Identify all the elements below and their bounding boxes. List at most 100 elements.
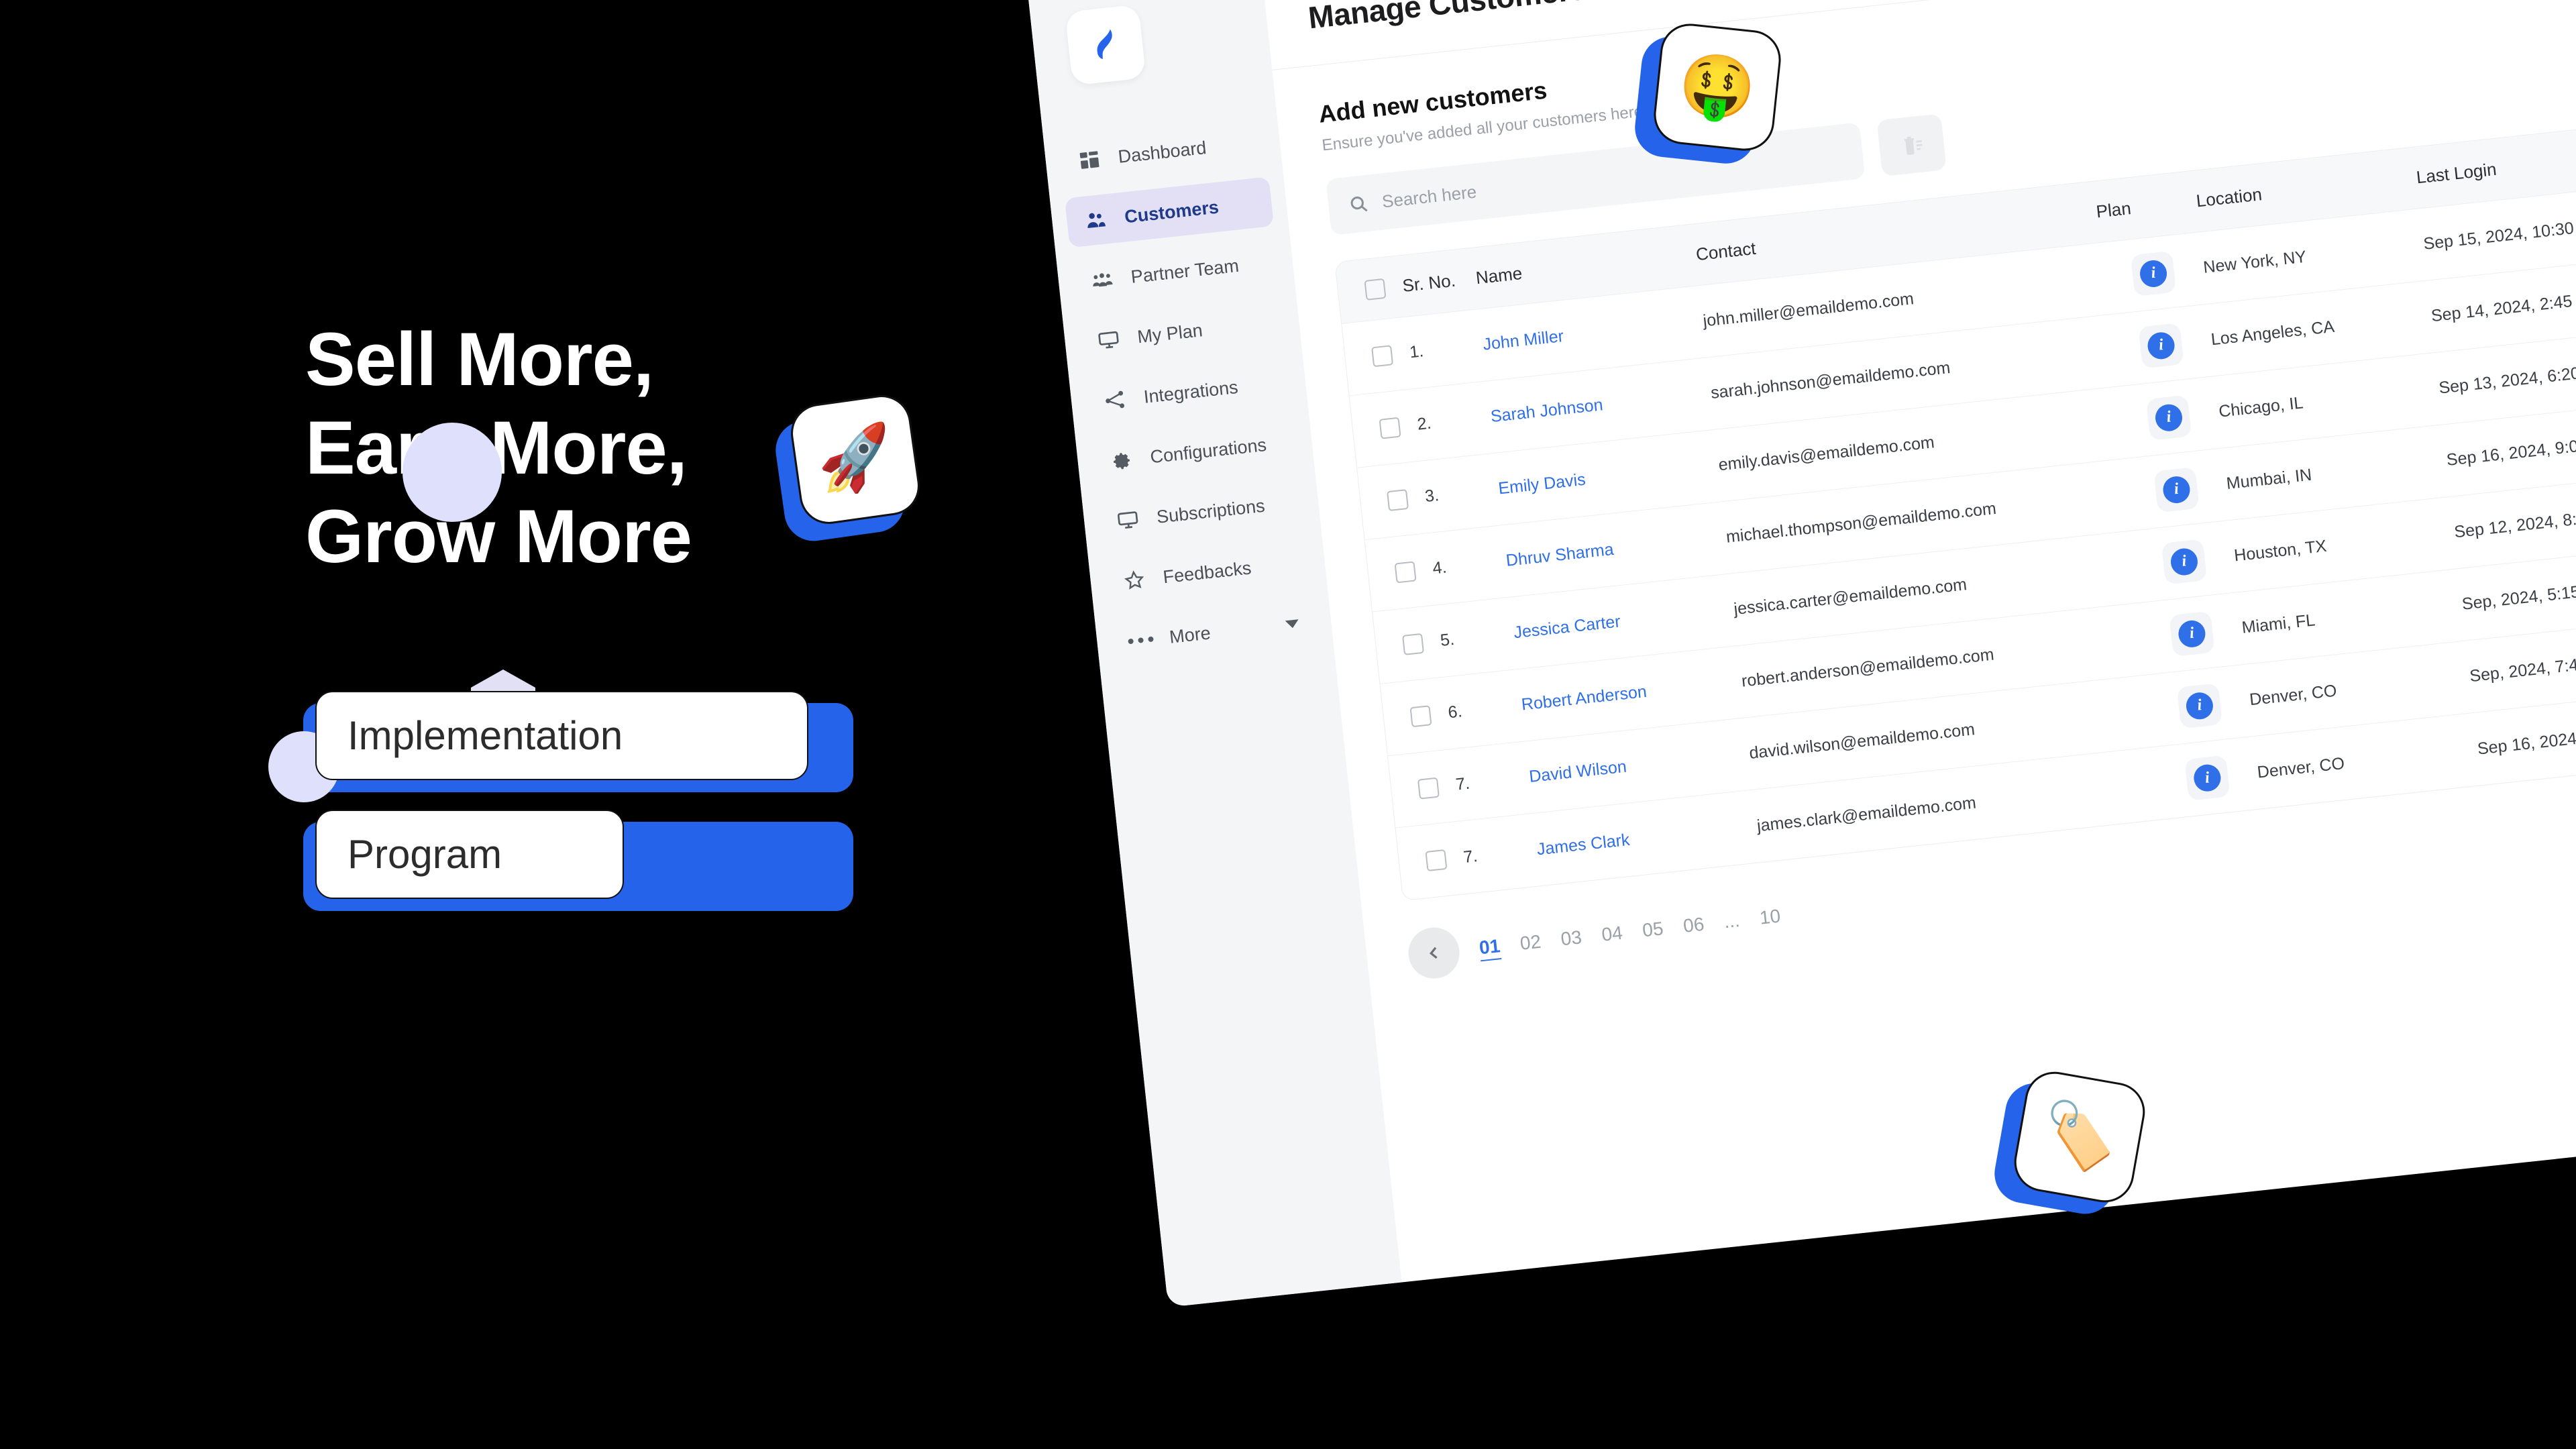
row-checkbox[interactable] [1360,487,1426,514]
sidebar-item-label: More [1168,622,1212,647]
cell-last-login: Sep, 2024, 5:15 PM [2461,579,2576,614]
sidebar-item-label: Subscriptions [1155,495,1266,527]
cell-last-login: Sep 16, 2024, 9:00 AM [2445,433,2576,470]
sidebar-item-label: Integrations [1142,376,1239,407]
column-header-last-login: Last Login [2415,158,2498,188]
cell-plan[interactable]: i [2147,680,2252,732]
sidebar-item-dashboard[interactable]: Dashboard [1058,117,1267,188]
rocket-emoji: 🚀 [787,391,924,528]
pagination-page-1[interactable]: 01 [1479,935,1501,959]
search-icon [1350,196,1368,212]
gear-icon [1109,447,1134,472]
sidebar-item-label: Customers [1123,197,1220,227]
pagination-page-5[interactable]: 05 [1642,918,1664,941]
group-icon [1089,268,1114,292]
cell-plan[interactable]: i [2101,248,2206,300]
app-logo[interactable] [1065,4,1146,86]
cell-location: Denver, CO [2248,681,2338,710]
sidebar-item-label: My Plan [1136,319,1204,347]
column-header-location: Location [2195,184,2263,211]
chevron-left-icon [1429,947,1438,959]
row-checkbox[interactable] [1352,415,1419,441]
cell-sr-no: 2. [1416,413,1432,434]
sidebar-item-more[interactable]: More [1110,597,1319,668]
sidebar-item-customers[interactable]: Customers [1064,176,1275,248]
sidebar-item-label: Partner Team [1130,255,1240,287]
row-checkbox[interactable] [1344,343,1411,370]
floating-tile-money: 🤑 [1631,21,1784,167]
cell-name-link[interactable]: James Clark [1536,816,1758,859]
info-icon: i [2146,330,2176,360]
info-icon: i [2192,763,2222,793]
cell-email: james.clark@emaildemo.com [1756,793,1978,835]
trash-icon [1904,136,1923,155]
info-icon: i [2169,546,2199,577]
cell-location: Houston, TX [2233,536,2328,566]
row-checkbox[interactable] [1399,847,1465,874]
cell-name-link[interactable]: John Miller [1482,312,1704,355]
badge-implementation[interactable]: Implementation [315,691,808,780]
pagination-page-2[interactable]: 02 [1519,931,1542,955]
sidebar-item-subscriptions[interactable]: Subscriptions [1097,477,1306,548]
cell-name-link[interactable]: Dhruv Sharma [1505,528,1727,571]
grid-icon [1077,148,1102,172]
cell-plan[interactable]: i [2125,464,2229,516]
sidebar-item-integrations[interactable]: Integrations [1084,357,1293,428]
cell-name-link[interactable]: David Wilson [1528,744,1750,787]
select-all-checkbox[interactable] [1338,276,1404,303]
pagination-page-6[interactable]: 06 [1682,914,1705,937]
cell-sr-no: 1. [1408,341,1425,362]
column-header-name: Name [1474,263,1523,288]
customers-table: Sr. No. Name Contact Plan Location Last … [1334,117,2576,902]
cell-name-link[interactable]: Jessica Carter [1513,600,1735,643]
cell-sr-no: 7. [1454,773,1471,794]
cell-sr-no: 7. [1462,846,1479,867]
star-icon [1122,568,1146,592]
cell-name-link[interactable]: Sarah Johnson [1490,384,1712,427]
sidebar-item-my-plan[interactable]: My Plan [1077,297,1287,368]
info-icon: i [2153,402,2184,433]
row-checkbox[interactable] [1391,775,1457,802]
pagination-prev-button[interactable] [1405,924,1462,981]
cell-plan[interactable]: i [2132,535,2237,588]
monitor-icon [1116,508,1140,533]
money-face-emoji: 🤑 [1651,21,1784,154]
cell-last-login: Sep 16, 2024, 7:40 [2476,724,2576,759]
pagination-page-4[interactable]: 04 [1601,922,1623,946]
pagination-page-10[interactable]: 10 [1758,906,1781,929]
main-content: Manage Customers Add new customers Ensur… [1260,0,2576,1283]
cell-sr-no: 4. [1432,557,1448,578]
badge-implementation-wrap: Implementation [303,691,865,792]
row-checkbox[interactable] [1375,631,1442,658]
column-header-sr-no: Sr. No. [1401,270,1457,296]
ellipsis-icon [1128,628,1154,653]
cell-last-login: Sep, 2024, 7:40 AM [2469,651,2576,686]
cell-plan[interactable]: i [2155,752,2260,804]
pagination-ellipsis: ... [1723,910,1741,932]
cell-plan[interactable]: i [2109,319,2214,372]
cell-name-link[interactable]: Emily Davis [1497,456,1719,499]
cell-plan[interactable]: i [2140,608,2245,660]
cell-plan[interactable]: i [2116,391,2221,443]
sidebar-item-label: Dashboard [1117,137,1208,167]
pagination-page-3[interactable]: 03 [1560,926,1582,950]
sidebar-item-partner-team[interactable]: Partner Team [1071,237,1281,308]
badge-group: Implementation Program [303,669,865,928]
column-header-plan: Plan [2095,198,2133,222]
row-checkbox[interactable] [1383,703,1450,730]
floating-tile-tag: 🏷️ [1990,1067,2150,1219]
cell-sr-no: 5. [1439,629,1456,650]
row-checkbox[interactable] [1368,559,1434,586]
delete-button[interactable] [1876,113,1947,177]
cell-last-login: Sep 15, 2024, 10:30 AM [2422,215,2576,254]
sidebar-item-configurations[interactable]: Configurations [1090,417,1299,488]
info-icon: i [2161,474,2192,504]
headline-line-1: Sell More, [305,317,654,401]
chevron-down-icon[interactable] [1285,619,1299,629]
cell-name-link[interactable]: Robert Anderson [1521,672,1743,715]
info-icon: i [2184,690,2214,720]
sidebar-item-feedbacks[interactable]: Feedbacks [1103,537,1312,608]
badge-program[interactable]: Program [315,810,624,899]
cell-location: Miami, FL [2241,610,2316,637]
tag-emoji: 🏷️ [2009,1067,2150,1208]
